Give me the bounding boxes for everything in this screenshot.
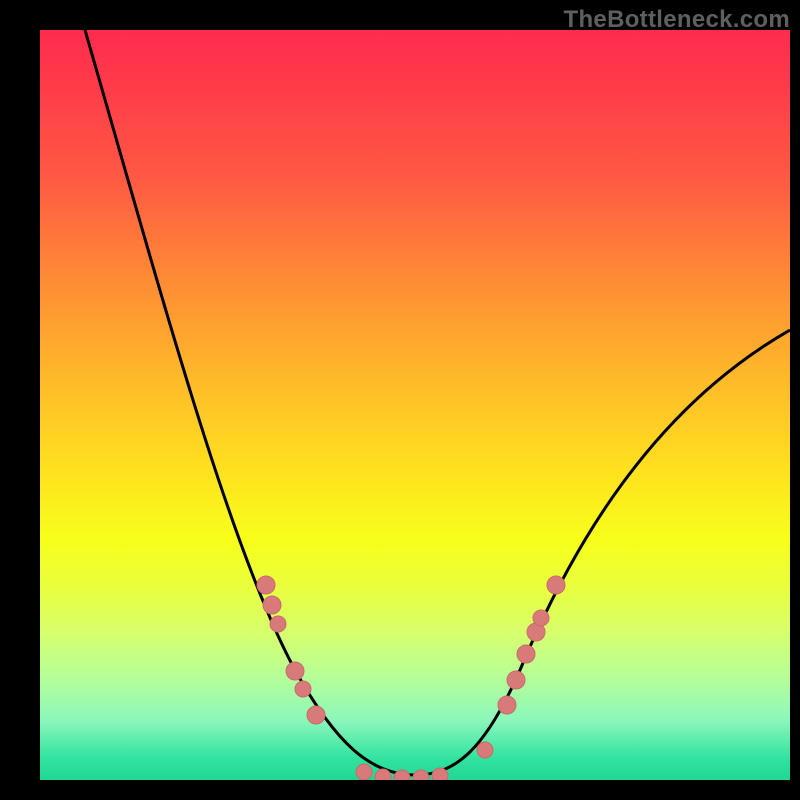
data-marker [477, 742, 493, 758]
bottleneck-curve [85, 30, 790, 775]
data-marker [295, 681, 311, 697]
data-marker [375, 769, 391, 780]
plot-area [40, 30, 790, 780]
data-marker [432, 768, 448, 780]
data-marker [257, 576, 275, 594]
data-marker [507, 671, 525, 689]
marker-layer [257, 576, 565, 780]
data-marker [307, 706, 325, 724]
data-marker [517, 645, 535, 663]
data-marker [413, 770, 429, 780]
data-marker [263, 596, 281, 614]
data-marker [498, 696, 516, 714]
data-marker [533, 610, 549, 626]
data-marker [286, 662, 304, 680]
data-marker [547, 576, 565, 594]
chart-stage: TheBottleneck.com [0, 0, 800, 800]
curve-layer [40, 30, 790, 780]
data-marker [270, 616, 286, 632]
data-marker [356, 764, 372, 780]
